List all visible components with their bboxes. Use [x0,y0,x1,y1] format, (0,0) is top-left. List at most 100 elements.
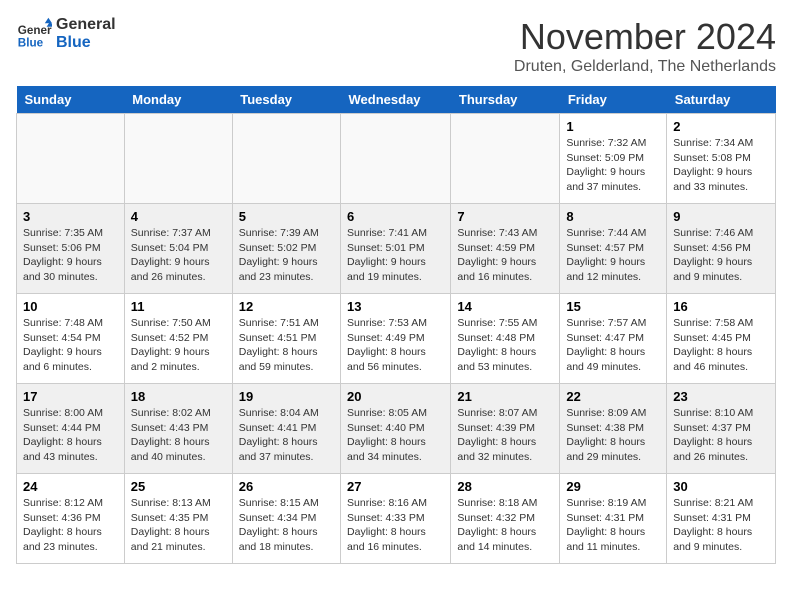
calendar-cell: 5Sunrise: 7:39 AM Sunset: 5:02 PM Daylig… [232,204,340,294]
calendar-cell: 11 Sunrise: 7:50 AM Sunset: 4:52 PM Dayli… [124,294,232,384]
calendar-cell: 28 Sunrise: 8:18 AM Sunset: 4:32 PM Dayli… [451,474,560,564]
day-info: Sunrise: 7:41 AM Sunset: 5:01 PM Dayligh… [347,226,444,285]
calendar-cell: 19 Sunrise: 8:04 AM Sunset: 4:41 PM Dayli… [232,384,340,474]
calendar-cell: 29 Sunrise: 8:19 AM Sunset: 4:31 PM Dayli… [560,474,667,564]
week-row-0: 1 Sunrise: 7:32 AM Sunset: 5:09 PM Daylig… [17,114,776,204]
day-number: 21 [457,389,553,404]
day-number: 19 [239,389,334,404]
calendar-cell [341,114,451,204]
day-info: Sunrise: 8:09 AM Sunset: 4:38 PM Dayligh… [566,406,660,465]
day-info: Sunrise: 7:34 AM Sunset: 5:08 PM Dayligh… [673,136,769,195]
day-number: 2 [673,119,769,134]
day-number: 11 [131,299,226,314]
title-block: November 2024 Druten, Gelderland, The Ne… [514,16,776,76]
calendar-cell: 4 Sunrise: 7:37 AM Sunset: 5:04 PM Daylig… [124,204,232,294]
day-number: 16 [673,299,769,314]
calendar-cell: 26 Sunrise: 8:15 AM Sunset: 4:34 PM Dayli… [232,474,340,564]
day-number: 28 [457,479,553,494]
day-number: 13 [347,299,444,314]
calendar-cell: 24 Sunrise: 8:12 AM Sunset: 4:36 PM Dayli… [17,474,125,564]
logo-general: General [56,16,116,34]
calendar-cell: 3 Sunrise: 7:35 AM Sunset: 5:06 PM Daylig… [17,204,125,294]
day-number: 7 [457,209,553,224]
calendar-cell: 23 Sunrise: 8:10 AM Sunset: 4:37 PM Dayli… [667,384,776,474]
day-number: 3 [23,209,118,224]
day-info: Sunrise: 8:04 AM Sunset: 4:41 PM Dayligh… [239,406,334,465]
calendar-header-row: SundayMondayTuesdayWednesdayThursdayFrid… [17,86,776,114]
day-number: 23 [673,389,769,404]
calendar-cell: 1 Sunrise: 7:32 AM Sunset: 5:09 PM Daylig… [560,114,667,204]
day-header-sunday: Sunday [17,86,125,114]
day-header-thursday: Thursday [451,86,560,114]
day-number: 26 [239,479,334,494]
day-info: Sunrise: 7:35 AM Sunset: 5:06 PM Dayligh… [23,226,118,285]
calendar-cell: 14 Sunrise: 7:55 AM Sunset: 4:48 PM Dayli… [451,294,560,384]
day-info: Sunrise: 8:00 AM Sunset: 4:44 PM Dayligh… [23,406,118,465]
day-header-monday: Monday [124,86,232,114]
day-info: Sunrise: 8:10 AM Sunset: 4:37 PM Dayligh… [673,406,769,465]
week-row-2: 10Sunrise: 7:48 AM Sunset: 4:54 PM Dayli… [17,294,776,384]
day-number: 8 [566,209,660,224]
day-number: 1 [566,119,660,134]
day-info: Sunrise: 7:57 AM Sunset: 4:47 PM Dayligh… [566,316,660,375]
week-row-4: 24 Sunrise: 8:12 AM Sunset: 4:36 PM Dayli… [17,474,776,564]
day-info: Sunrise: 8:07 AM Sunset: 4:39 PM Dayligh… [457,406,553,465]
day-number: 9 [673,209,769,224]
day-info: Sunrise: 7:53 AM Sunset: 4:49 PM Dayligh… [347,316,444,375]
calendar-cell [124,114,232,204]
day-number: 4 [131,209,226,224]
calendar-cell: 30Sunrise: 8:21 AM Sunset: 4:31 PM Dayli… [667,474,776,564]
day-info: Sunrise: 8:18 AM Sunset: 4:32 PM Dayligh… [457,496,553,555]
day-number: 25 [131,479,226,494]
calendar-cell [17,114,125,204]
week-row-3: 17Sunrise: 8:00 AM Sunset: 4:44 PM Dayli… [17,384,776,474]
day-header-tuesday: Tuesday [232,86,340,114]
day-header-saturday: Saturday [667,86,776,114]
day-info: Sunrise: 7:58 AM Sunset: 4:45 PM Dayligh… [673,316,769,375]
day-info: Sunrise: 7:55 AM Sunset: 4:48 PM Dayligh… [457,316,553,375]
week-row-1: 3 Sunrise: 7:35 AM Sunset: 5:06 PM Daylig… [17,204,776,294]
day-number: 24 [23,479,118,494]
day-number: 5 [239,209,334,224]
day-info: Sunrise: 8:02 AM Sunset: 4:43 PM Dayligh… [131,406,226,465]
day-info: Sunrise: 7:32 AM Sunset: 5:09 PM Dayligh… [566,136,660,195]
logo-icon: General Blue [16,16,52,52]
svg-text:Blue: Blue [18,37,44,50]
day-info: Sunrise: 8:19 AM Sunset: 4:31 PM Dayligh… [566,496,660,555]
calendar-cell [451,114,560,204]
day-header-wednesday: Wednesday [341,86,451,114]
day-info: Sunrise: 7:37 AM Sunset: 5:04 PM Dayligh… [131,226,226,285]
calendar-cell: 18 Sunrise: 8:02 AM Sunset: 4:43 PM Dayli… [124,384,232,474]
day-info: Sunrise: 8:13 AM Sunset: 4:35 PM Dayligh… [131,496,226,555]
calendar-cell: 12Sunrise: 7:51 AM Sunset: 4:51 PM Dayli… [232,294,340,384]
calendar-cell: 21 Sunrise: 8:07 AM Sunset: 4:39 PM Dayli… [451,384,560,474]
calendar-cell: 27Sunrise: 8:16 AM Sunset: 4:33 PM Dayli… [341,474,451,564]
calendar-cell: 17Sunrise: 8:00 AM Sunset: 4:44 PM Dayli… [17,384,125,474]
calendar-cell: 15Sunrise: 7:57 AM Sunset: 4:47 PM Dayli… [560,294,667,384]
day-number: 14 [457,299,553,314]
location-title: Druten, Gelderland, The Netherlands [514,58,776,76]
day-info: Sunrise: 8:16 AM Sunset: 4:33 PM Dayligh… [347,496,444,555]
day-header-friday: Friday [560,86,667,114]
calendar-cell: 13 Sunrise: 7:53 AM Sunset: 4:49 PM Dayli… [341,294,451,384]
day-info: Sunrise: 8:12 AM Sunset: 4:36 PM Dayligh… [23,496,118,555]
day-info: Sunrise: 7:50 AM Sunset: 4:52 PM Dayligh… [131,316,226,375]
day-number: 12 [239,299,334,314]
day-info: Sunrise: 8:21 AM Sunset: 4:31 PM Dayligh… [673,496,769,555]
day-info: Sunrise: 7:44 AM Sunset: 4:57 PM Dayligh… [566,226,660,285]
calendar-cell: 7 Sunrise: 7:43 AM Sunset: 4:59 PM Daylig… [451,204,560,294]
day-number: 29 [566,479,660,494]
day-info: Sunrise: 7:46 AM Sunset: 4:56 PM Dayligh… [673,226,769,285]
day-info: Sunrise: 7:48 AM Sunset: 4:54 PM Dayligh… [23,316,118,375]
logo: General Blue General Blue [16,16,116,52]
calendar-cell: 25 Sunrise: 8:13 AM Sunset: 4:35 PM Dayli… [124,474,232,564]
calendar-cell: 9 Sunrise: 7:46 AM Sunset: 4:56 PM Daylig… [667,204,776,294]
day-number: 22 [566,389,660,404]
calendar-cell: 2 Sunrise: 7:34 AM Sunset: 5:08 PM Daylig… [667,114,776,204]
day-info: Sunrise: 8:05 AM Sunset: 4:40 PM Dayligh… [347,406,444,465]
day-number: 6 [347,209,444,224]
day-info: Sunrise: 8:15 AM Sunset: 4:34 PM Dayligh… [239,496,334,555]
day-info: Sunrise: 7:43 AM Sunset: 4:59 PM Dayligh… [457,226,553,285]
day-number: 18 [131,389,226,404]
calendar-cell: 16 Sunrise: 7:58 AM Sunset: 4:45 PM Dayli… [667,294,776,384]
